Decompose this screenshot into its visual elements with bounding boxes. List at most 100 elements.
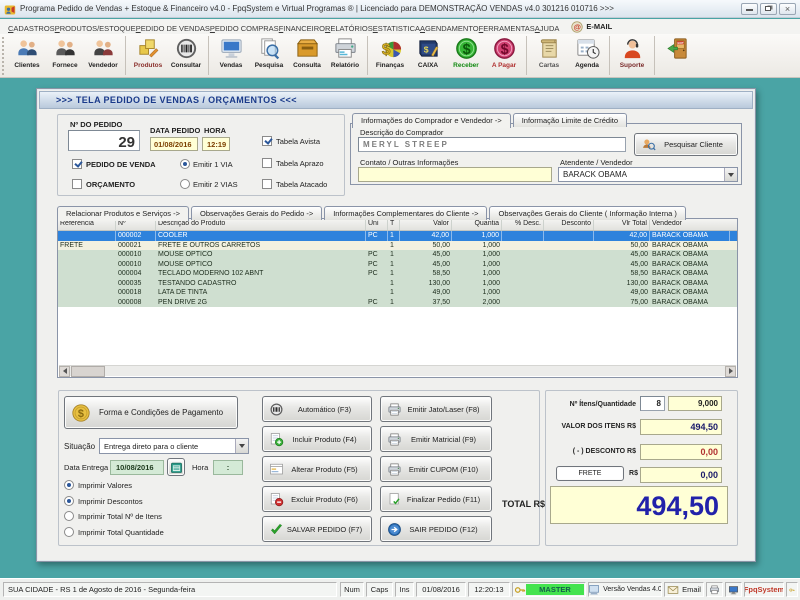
tab-limite-credito[interactable]: Informação Limite de Crédito	[513, 113, 627, 127]
menu-email[interactable]: @ E-MAIL	[571, 21, 612, 33]
status-monitor-button[interactable]	[725, 582, 742, 597]
toolbar-button-suporte[interactable]: Suporte	[613, 35, 651, 77]
toolbar-button-clientes[interactable]: Clientes	[8, 35, 46, 77]
toolbar-button-fornece[interactable]: Fornece	[46, 35, 84, 77]
toolbar-button-pesquisa[interactable]: Pesquisa	[250, 35, 288, 77]
menu-item[interactable]: PEDIDO DE VENDAS	[136, 24, 210, 33]
radio-imprimir-total-itens[interactable]: Imprimir Total Nº de Itens	[64, 511, 204, 523]
radio-imprimir-descontos[interactable]: Imprimir Descontos	[64, 496, 204, 508]
contato-field[interactable]	[358, 167, 552, 182]
toolbar-button-relatorio[interactable]: Relatório	[326, 35, 364, 77]
menu-item[interactable]: ESTATISTICA	[373, 24, 420, 33]
toolbar-button-agenda[interactable]: Agenda	[568, 35, 606, 77]
radio-imprimir-valores[interactable]: Imprimir Valores	[64, 480, 204, 492]
toolbar-button-consulta[interactable]: Consulta	[288, 35, 326, 77]
table-row[interactable]: 000018 LATA DE TINTA 1 49,00 1,000 49,00…	[58, 288, 737, 298]
button-sair-pedido[interactable]: SAIR PEDIDO (F12)	[380, 516, 492, 542]
status-printer-button[interactable]	[706, 582, 723, 597]
frete-button[interactable]: FRETE	[556, 466, 624, 481]
order-date-field[interactable]: 01/08/2016	[150, 137, 198, 151]
menu-item[interactable]: FINANCEIRO	[279, 24, 325, 33]
status-key-button[interactable]	[786, 582, 798, 597]
toolbar-button-vendas[interactable]: Vendas	[212, 35, 250, 77]
emitir-2-vias-radio[interactable]	[180, 179, 190, 189]
toolbar-icon-a-pagar: $	[492, 36, 517, 61]
calendar-button[interactable]	[167, 458, 185, 476]
status-email-button[interactable]: Email	[664, 582, 704, 597]
tabela-avista-checkbox[interactable]	[262, 136, 272, 146]
tabela-atacado-checkbox[interactable]	[262, 179, 272, 189]
buyer-name-field[interactable]: MERYL STREEP	[358, 137, 626, 152]
tab-observacoes-pedido[interactable]: Observações Gerais do Pedido ->	[191, 206, 322, 220]
toolbar-button-financas[interactable]: $ Finanças	[371, 35, 409, 77]
cell-vendedor: BARACK OBAMA	[650, 260, 730, 270]
toolbar-button-cartas[interactable]: Cartas	[530, 35, 568, 77]
table-row[interactable]: 000035 TESTANDO CADASTRO 1 130,00 1,000 …	[58, 279, 737, 289]
menu-item[interactable]: PEDIDO COMPRAS	[210, 24, 279, 33]
order-number-field[interactable]: 29	[68, 130, 140, 151]
menu-item[interactable]: PRODUTOS/ESTOQUE	[55, 24, 136, 33]
toolbar-button-a-pagar[interactable]: $ A Pagar	[485, 35, 523, 77]
button-alterar-produto[interactable]: Alterar Produto (F5)	[262, 456, 372, 482]
tab-comprador-vendedor[interactable]: Informações do Comprador e Vendedor ->	[352, 113, 511, 128]
pedido-venda-checkbox[interactable]	[72, 159, 82, 169]
table-row[interactable]: 000010 MOUSE OPTICO PC 1 45,00 1,000 45,…	[58, 260, 737, 270]
toolbar-button-consultar[interactable]: Consultar	[167, 35, 205, 77]
button-label: Emitir Matricial (F9)	[402, 435, 491, 444]
print-option-radio[interactable]	[64, 496, 74, 506]
button-automatico[interactable]: Automático (F3)	[262, 396, 372, 422]
menu-item[interactable]: AJUDA	[535, 24, 560, 33]
tab-relacionar-produtos[interactable]: Relacionar Produtos e Serviços ->	[57, 206, 189, 221]
button-finalizar-pedido[interactable]: Finalizar Pedido (F11)	[380, 486, 492, 512]
restore-button[interactable]	[760, 3, 777, 15]
table-row[interactable]: FRETE 000021 FRETE E OUTROS CARRETOS 1 5…	[58, 241, 737, 251]
cell-vendedor: BARACK OBAMA	[650, 241, 730, 251]
tab-informacoes-complementares[interactable]: Informações Complementares do Cliente ->	[324, 206, 487, 220]
emitir-1-via-radio[interactable]	[180, 159, 190, 169]
cell-valor: 45,00	[400, 250, 452, 260]
forma-pagamento-button[interactable]: $ Forma e Condições de Pagamento	[64, 396, 238, 429]
scroll-right-arrow[interactable]	[725, 366, 736, 377]
toolbar-button-receber[interactable]: $ Receber	[447, 35, 485, 77]
table-row[interactable]: 000008 PEN DRIVE 2G PC 1 37,50 2,000 75,…	[58, 298, 737, 308]
situacao-combobox[interactable]: Entrega direto para o cliente	[99, 438, 249, 454]
close-button[interactable]: ×	[779, 3, 796, 15]
toolbar-separator	[208, 36, 209, 75]
button-emitir-jato-laser[interactable]: Emitir Jato/Laser (F8)	[380, 396, 492, 422]
button-salvar-pedido[interactable]: SALVAR PEDIDO (F7)	[262, 516, 372, 542]
button-excluir-produto[interactable]: Excluir Produto (F6)	[262, 486, 372, 512]
tabela-aprazo-checkbox[interactable]	[262, 158, 272, 168]
print-option-radio[interactable]	[64, 527, 74, 537]
radio-imprimir-total-quantidade[interactable]: Imprimir Total Quantidade	[64, 527, 204, 539]
tab-observacoes-cliente[interactable]: Observações Gerais do Cliente ( Informaç…	[489, 206, 685, 220]
chevron-down-icon[interactable]	[724, 168, 737, 181]
toolbar-button-produtos[interactable]: Produtos	[129, 35, 167, 77]
minimize-button[interactable]	[741, 3, 758, 15]
menu-item[interactable]: AGENDAMENTO	[420, 24, 479, 33]
button-emitir-cupom[interactable]: Emitir CUPOM (F10)	[380, 456, 492, 482]
chevron-down-icon[interactable]	[235, 439, 248, 453]
order-time-field[interactable]: 12:19	[202, 137, 230, 151]
orcamento-checkbox[interactable]	[72, 179, 82, 189]
toolbar-button-sair[interactable]: EXIT	[658, 35, 696, 77]
table-row[interactable]: 000010 MOUSE OPTICO PC 1 45,00 1,000 45,…	[58, 250, 737, 260]
table-row[interactable]: 000002 COOLER PC 1 42,00 1,000 42,00 BAR…	[58, 231, 737, 241]
hora-entrega-field[interactable]: :	[213, 460, 243, 475]
scrollbar-thumb[interactable]	[71, 366, 105, 377]
atendente-combobox[interactable]: BARACK OBAMA	[558, 167, 738, 182]
toolbar-button-caixa[interactable]: $ CAIXA	[409, 35, 447, 77]
print-option-radio[interactable]	[64, 480, 74, 490]
scroll-left-arrow[interactable]	[59, 366, 70, 377]
button-emitir-matricial[interactable]: Emitir Matricial (F9)	[380, 426, 492, 452]
button-incluir-produto[interactable]: Incluir Produto (F4)	[262, 426, 372, 452]
valor-itens-label: VALOR DOS ITENS R$	[546, 423, 636, 430]
print-option-radio[interactable]	[64, 511, 74, 521]
data-entrega-field[interactable]: 10/08/2016	[110, 460, 164, 475]
table-row[interactable]: 000004 TECLADO MODERNO 102 ABNT PC 1 58,…	[58, 269, 737, 279]
menu-item[interactable]: RELATÓRIOS	[325, 24, 373, 33]
menu-item[interactable]: CADASTROS	[8, 24, 55, 33]
menu-item[interactable]: FERRAMENTAS	[479, 24, 535, 33]
pesquisar-cliente-button[interactable]: Pesquisar Cliente	[634, 133, 738, 156]
cell-numero: 000004	[116, 269, 156, 279]
toolbar-button-vendedor[interactable]: Vendedor	[84, 35, 122, 77]
